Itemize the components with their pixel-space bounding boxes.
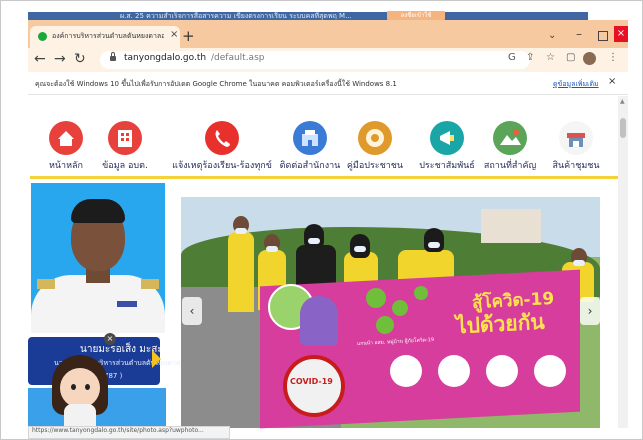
bookmark-star-icon[interactable]: ☆ <box>546 52 555 63</box>
nav-item-contact[interactable]: ติดต่อสำนักงาน <box>278 121 342 172</box>
mascot-eye-right <box>85 384 90 390</box>
share-icon[interactable]: ⇪ <box>526 52 534 63</box>
virus-icon <box>392 300 408 316</box>
nav-divider <box>30 176 618 179</box>
info-bar-message: คุณจะต้องใช้ Windows 10 ขึ้นไปเพื่อรับกา… <box>35 80 397 88</box>
wash-hands-icon <box>438 355 470 387</box>
face-mask <box>354 246 366 252</box>
status-url: https://www.tanyongdalo.go.th/site/photo… <box>32 427 204 434</box>
banner-arrow-icon[interactable] <box>152 350 161 368</box>
nav-item-info[interactable]: ข้อมูล อบต. <box>96 121 154 172</box>
landmark-icon <box>493 121 527 155</box>
google-lens-icon[interactable]: G <box>508 52 516 63</box>
mascot-body <box>64 404 96 428</box>
hair <box>71 199 125 223</box>
tab-close-icon[interactable]: × <box>170 29 178 40</box>
nav-label: สถานที่สำคัญ <box>483 161 537 171</box>
doctor-illustration <box>300 296 338 346</box>
reload-icon[interactable]: ↻ <box>74 51 86 67</box>
face-mask <box>235 228 247 234</box>
nav-label: แจ้งเหตุร้องเรียน-ร้องทุกข์ <box>172 161 272 171</box>
forward-arrow-icon[interactable]: → <box>54 51 66 67</box>
back-arrow-icon[interactable]: ← <box>34 51 46 67</box>
person <box>296 245 336 285</box>
nav-label: ติดต่อสำนักงาน <box>279 161 341 171</box>
virus-icon <box>414 286 428 300</box>
office-icon <box>293 121 327 155</box>
nav-label: คู่มือประชาชน <box>346 161 404 171</box>
nav-item-products[interactable]: สินค้าชุมชน <box>546 121 606 172</box>
building-icon <box>108 121 142 155</box>
slider-next-button[interactable]: › <box>580 297 600 325</box>
person-hijab <box>304 224 324 248</box>
mascot-face <box>60 368 100 408</box>
epaulette-left <box>37 279 55 289</box>
word-signin-button[interactable]: ลงชื่อเข้าใช้ <box>387 11 445 20</box>
virus-icon <box>376 316 394 334</box>
tab-title: องค์การบริหารส่วนตำบลตันหยงดาลอ - ... <box>52 32 164 40</box>
virus-icon <box>366 288 386 308</box>
shop-icon <box>559 121 593 155</box>
phone-icon <box>205 121 239 155</box>
chat-close-icon[interactable]: × <box>104 333 116 345</box>
scroll-thumb[interactable] <box>620 118 626 138</box>
house <box>481 209 541 243</box>
slider-prev-button[interactable]: ‹ <box>182 297 202 325</box>
nav-item-complaint[interactable]: แจ้งเหตุร้องเรียน-ร้องทุกข์ <box>166 121 278 172</box>
new-tab-button[interactable]: + <box>182 27 195 45</box>
official-portrait[interactable] <box>31 183 165 333</box>
face-mask <box>266 246 278 252</box>
url-path: /default.asp <box>211 53 265 63</box>
epaulette-right <box>141 279 159 289</box>
face-mask <box>428 242 440 248</box>
face-mask <box>308 238 320 244</box>
nav-label: ข้อมูล อบต. <box>102 161 148 171</box>
nav-item-home[interactable]: หน้าหลัก <box>40 121 92 172</box>
face-mask <box>573 260 585 266</box>
covid-badge-text: COVID-19 <box>290 377 333 386</box>
stay-home-icon <box>390 355 422 387</box>
medal-ribbon <box>117 301 137 307</box>
megaphone-icon <box>430 121 464 155</box>
favicon-icon <box>38 32 47 41</box>
page-scrollbar[interactable] <box>618 96 628 428</box>
word-titlebar: ผ.ส. 25 ความสำเร็จการสื่อสารความ เขียงตร… <box>28 12 588 20</box>
nav-item-pr[interactable]: ประชาสัมพันธ์ <box>416 121 478 172</box>
browser-tab[interactable]: องค์การบริหารส่วนตำบลตันหยงดาลอ - ... × <box>30 26 180 48</box>
nav-label: สินค้าชุมชน <box>552 161 600 171</box>
person-hijab <box>424 228 444 252</box>
home-icon <box>49 121 83 155</box>
tab-search-icon[interactable]: ⌄ <box>548 30 556 41</box>
close-window-button[interactable]: × <box>614 26 628 42</box>
banner-title-line2: ไปด้วยกัน <box>455 309 546 339</box>
sidepanel-icon[interactable]: ▢ <box>566 52 575 63</box>
nav-item-landmark[interactable]: สถานที่สำคัญ <box>480 121 540 172</box>
info-close-icon[interactable]: × <box>608 76 616 87</box>
person <box>228 232 254 312</box>
nav-label: หน้าหลัก <box>48 161 84 171</box>
url-host: tanyongdalo.go.th <box>124 53 207 63</box>
official-name: นายมะรอเส็ง มะสะ <box>80 344 163 355</box>
nav-label: ประชาสัมพันธ์ <box>419 161 475 171</box>
profile-avatar[interactable] <box>583 52 596 65</box>
handbook-icon <box>358 121 392 155</box>
menu-icon[interactable]: ⋮ <box>608 52 618 63</box>
maximize-button[interactable] <box>598 31 608 41</box>
info-learn-more-link[interactable]: ดูข้อมูลเพิ่มเติม <box>553 79 599 90</box>
mascot-eye-left <box>71 384 76 390</box>
social-distance-icon <box>534 355 566 387</box>
wear-mask-icon <box>486 355 518 387</box>
minimize-button[interactable]: – <box>576 27 582 41</box>
lock-icon[interactable] <box>110 52 116 61</box>
nav-item-handbook[interactable]: คู่มือประชาชน <box>344 121 406 172</box>
covid-badge <box>283 355 345 417</box>
scroll-up-icon[interactable]: ▲ <box>620 98 625 105</box>
